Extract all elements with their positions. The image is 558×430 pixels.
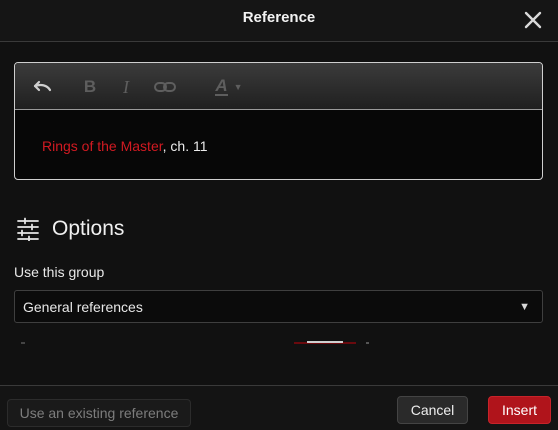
chevron-down-icon: ▼ (519, 301, 530, 313)
text-color-button[interactable]: A ▼ (207, 75, 251, 99)
cancel-button[interactable]: Cancel (397, 396, 468, 424)
dialog-header: Reference (0, 0, 558, 42)
text-color-icon: A (215, 76, 228, 96)
reference-dialog: Reference B I A ▼ Rings of the Master, c… (0, 0, 558, 430)
dialog-title: Reference (242, 9, 316, 26)
use-existing-reference-button[interactable]: Use an existing reference (7, 399, 191, 427)
insert-button[interactable]: Insert (488, 396, 551, 424)
options-section-header: Options (16, 214, 124, 244)
undo-icon (33, 80, 52, 92)
chevron-down-icon: ▼ (233, 82, 243, 92)
link-icon (154, 82, 176, 92)
sliders-icon (17, 217, 39, 241)
editor-content[interactable]: Rings of the Master, ch. 11 (42, 138, 208, 154)
clipped-content (21, 342, 25, 344)
dialog-footer: Use an existing reference Cancel Insert (0, 385, 558, 430)
italic-button[interactable]: I (115, 75, 137, 99)
clipped-content (366, 342, 369, 344)
editor-toolbar: B I A ▼ (15, 63, 542, 110)
group-label: Use this group (14, 264, 105, 280)
group-select[interactable]: General references ▼ (14, 290, 543, 323)
clipped-content (307, 341, 343, 343)
group-select-value: General references (23, 299, 143, 315)
reference-title-link[interactable]: Rings of the Master (42, 138, 163, 154)
reference-editor[interactable]: B I A ▼ Rings of the Master, ch. 11 (14, 62, 543, 180)
close-icon[interactable] (520, 7, 546, 33)
reference-suffix: , ch. 11 (162, 138, 208, 154)
bold-button[interactable]: B (79, 75, 101, 99)
undo-button[interactable] (29, 75, 55, 99)
options-title: Options (52, 217, 125, 240)
link-button[interactable] (151, 75, 179, 99)
